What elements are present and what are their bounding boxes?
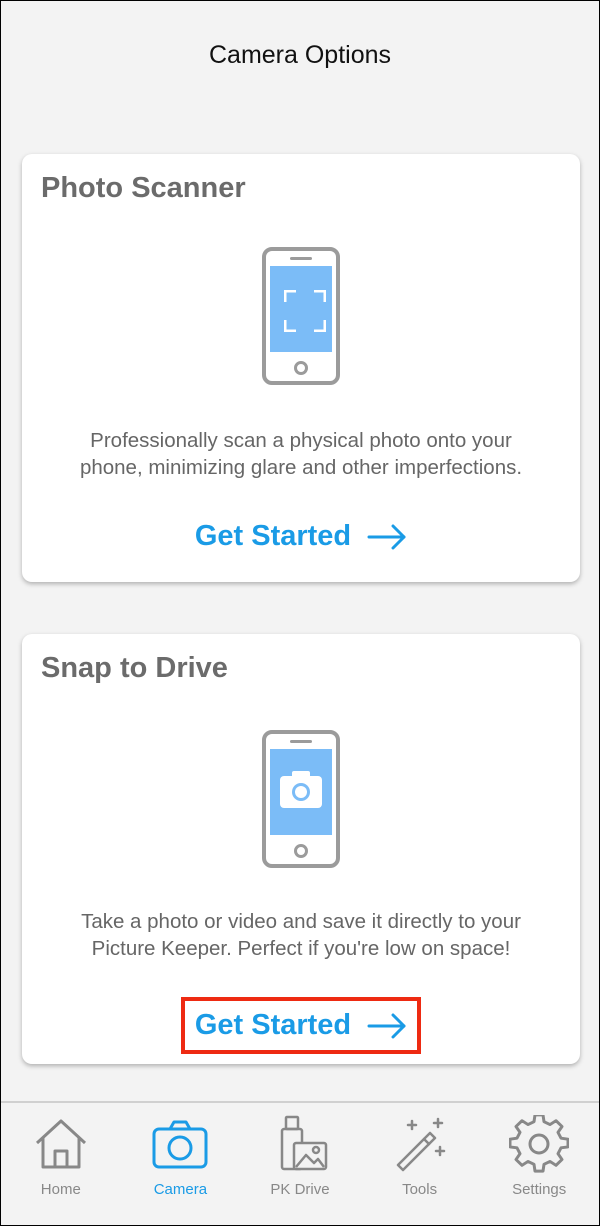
card-title: Snap to Drive: [41, 652, 228, 684]
tab-camera[interactable]: Camera: [121, 1103, 241, 1225]
camera-icon: [152, 1120, 208, 1169]
arrow-right-icon: [367, 1013, 406, 1038]
card-title: Photo Scanner: [41, 172, 246, 204]
photo-scanner-card: Photo Scanner Professionally scan a phys…: [22, 154, 580, 582]
scan-frame-icon: [284, 290, 326, 332]
get-started-label: Get Started: [194, 1009, 352, 1041]
description-line: Professionally scan a physical photo ont…: [90, 429, 512, 452]
photo-scanner-get-started-button[interactable]: Get Started: [22, 514, 580, 559]
arrow-right-icon: [367, 524, 406, 549]
card-description: Take a photo or video and save it direct…: [32, 908, 570, 962]
phone-camera-icon: [262, 730, 340, 868]
header: Camera Options: [1, 1, 599, 111]
gear-icon: [509, 1115, 570, 1173]
card-description: Professionally scan a physical photo ont…: [32, 427, 570, 481]
highlight-box[interactable]: Get Started: [180, 997, 422, 1054]
tab-tools[interactable]: Tools: [360, 1103, 480, 1225]
magic-wand-icon: [396, 1117, 445, 1172]
tab-pk-drive[interactable]: PK Drive: [240, 1103, 360, 1225]
tab-bar: Home Camera PK Drive Tools Settings: [1, 1101, 599, 1225]
tab-label: Home: [40, 1181, 81, 1198]
pk-drive-icon: [280, 1115, 328, 1171]
tab-settings[interactable]: Settings: [479, 1103, 599, 1225]
description-line: phone, minimizing glare and other imperf…: [79, 456, 523, 479]
app-screen: Camera Options Photo Scanner Professiona…: [0, 0, 600, 1226]
tab-label: Tools: [402, 1181, 438, 1198]
description-line: Take a photo or video and save it direct…: [81, 910, 521, 933]
tab-home[interactable]: Home: [1, 1103, 121, 1225]
description-line: Picture Keeper. Perfect if you're low on…: [91, 937, 511, 960]
tab-label: Settings: [512, 1181, 567, 1198]
snap-to-drive-card: Snap to Drive Take a photo or video and …: [22, 634, 580, 1064]
page-title: Camera Options: [208, 41, 392, 69]
get-started-label: Get Started: [194, 520, 352, 552]
phone-scan-icon: [262, 247, 340, 385]
tab-label: PK Drive: [270, 1181, 330, 1198]
snap-to-drive-get-started-button[interactable]: Get Started: [22, 997, 580, 1054]
home-icon: [35, 1119, 86, 1169]
tab-label: Camera: [153, 1181, 208, 1198]
camera-glyph-icon: [280, 771, 322, 808]
